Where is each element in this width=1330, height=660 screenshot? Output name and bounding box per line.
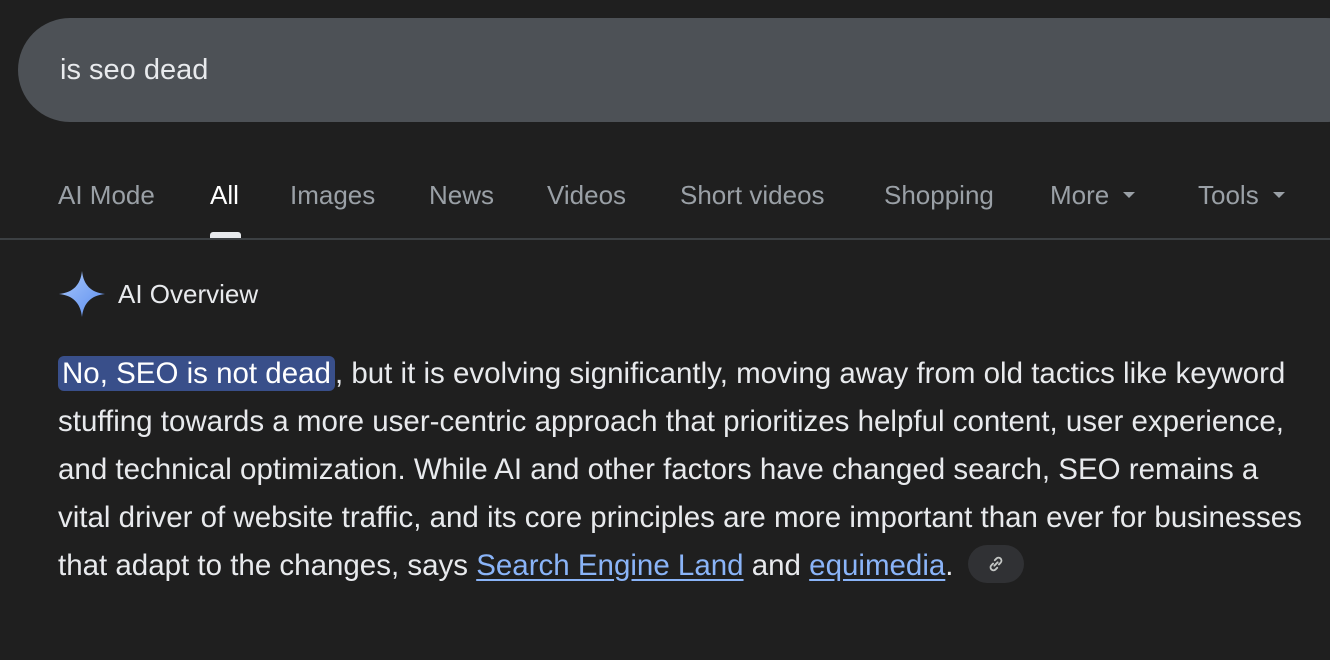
sources-link-button[interactable] — [967, 545, 1024, 584]
tab-tools-label: Tools — [1198, 180, 1259, 210]
link-icon — [989, 557, 1002, 572]
sparkle-icon — [59, 271, 105, 317]
search-results-page: AI Mode All Images News Videos Short vid… — [0, 0, 1330, 660]
ai-overview-title: AI Overview — [118, 278, 259, 309]
tab-all[interactable]: All — [210, 178, 239, 212]
tab-more[interactable]: More — [1050, 178, 1136, 212]
ai-overview-text: No, SEO is not dead, but it is evolving … — [58, 350, 1318, 590]
chevron-down-icon — [1272, 192, 1285, 199]
tab-tools[interactable]: Tools — [1198, 178, 1285, 212]
tab-shopping[interactable]: Shopping — [884, 178, 994, 212]
tab-videos[interactable]: Videos — [547, 178, 626, 212]
overview-conjunction: and — [743, 549, 810, 582]
tab-news[interactable]: News — [429, 178, 494, 212]
highlighted-answer: No, SEO is not dead — [58, 356, 335, 391]
chevron-down-icon — [1123, 192, 1136, 199]
search-bar[interactable] — [18, 18, 1330, 122]
ai-overview-header: AI Overview — [58, 270, 258, 318]
tab-more-label: More — [1050, 180, 1110, 210]
search-tabs: AI Mode All Images News Videos Short vid… — [0, 150, 1330, 240]
overview-period: . — [945, 549, 954, 582]
search-input[interactable] — [60, 48, 1260, 92]
source-link-equimedia[interactable]: equimedia — [809, 549, 945, 582]
source-link-search-engine-land[interactable]: Search Engine Land — [476, 549, 743, 582]
tab-ai-mode[interactable]: AI Mode — [58, 178, 155, 212]
tab-short-videos[interactable]: Short videos — [680, 178, 825, 212]
tabs-divider — [0, 238, 1330, 240]
tab-images[interactable]: Images — [290, 178, 375, 212]
